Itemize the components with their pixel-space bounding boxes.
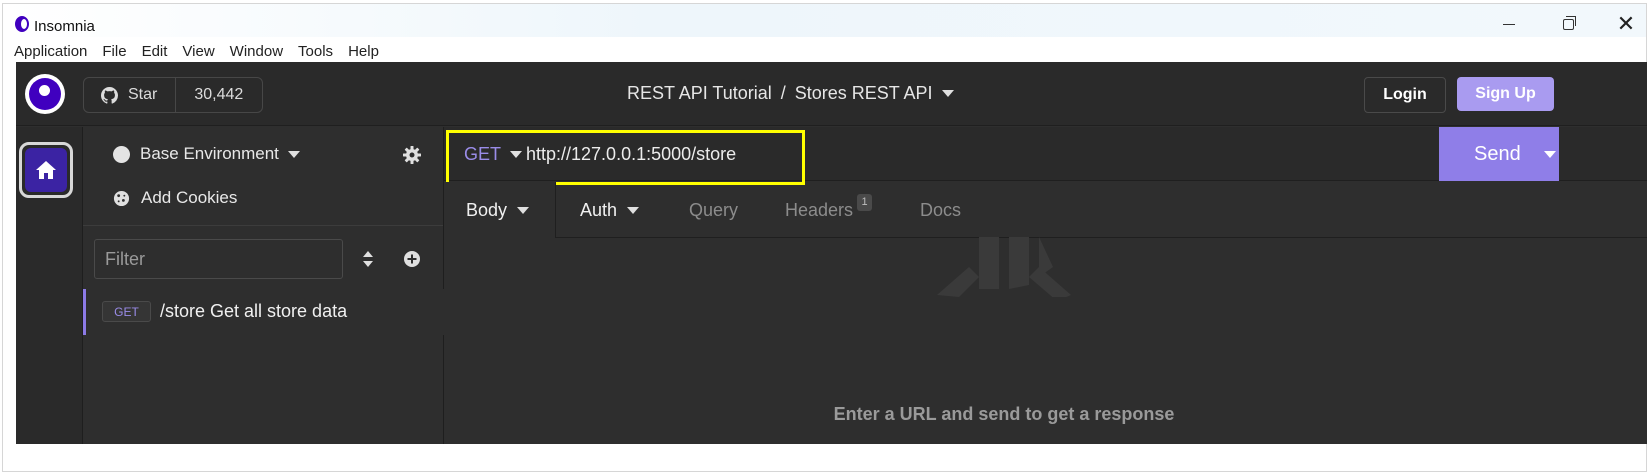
environment-color-dot <box>113 145 130 163</box>
github-star-button[interactable]: Star <box>84 78 177 112</box>
request-pane: GET http://127.0.0.1:5000/store Send Bod… <box>444 127 1647 444</box>
chevron-down-icon <box>287 150 300 158</box>
signup-button[interactable]: Sign Up <box>1457 77 1554 111</box>
minimize-icon <box>1503 23 1515 25</box>
menu-application[interactable]: Application <box>14 40 87 64</box>
breadcrumb-project[interactable]: REST API Tutorial <box>627 83 772 104</box>
login-button[interactable]: Login <box>1364 77 1446 113</box>
empty-response-message: Enter a URL and send to get a response <box>833 404 1175 424</box>
insomnia-logo-icon[interactable] <box>25 74 65 114</box>
menu-window[interactable]: Window <box>230 40 283 64</box>
cookie-icon <box>113 190 130 206</box>
tab-docs[interactable]: Docs <box>920 182 961 238</box>
tab-body[interactable]: Body <box>444 182 556 238</box>
add-cookies-label: Add Cookies <box>141 188 238 207</box>
title-bar: Insomnia ✕ <box>3 4 1646 37</box>
filter-input[interactable] <box>94 239 343 279</box>
star-label: Star <box>128 86 158 103</box>
menu-file[interactable]: File <box>102 40 126 64</box>
menu-tools[interactable]: Tools <box>298 40 333 64</box>
restore-icon <box>1562 15 1576 30</box>
github-icon <box>101 86 118 104</box>
insomnia-app: Star 30,442 REST API Tutorial / Stores R… <box>16 62 1647 444</box>
insomnia-app-icon <box>15 16 29 32</box>
tab-query[interactable]: Query <box>689 182 738 238</box>
tab-query-label: Query <box>689 199 739 220</box>
sidebar: Base Environment Add Cookies Filter GET … <box>83 127 444 444</box>
home-icon <box>36 161 56 179</box>
app-window: Insomnia ✕ Application File Edit View Wi… <box>2 3 1647 472</box>
maximize-button[interactable] <box>1548 12 1588 36</box>
url-highlight-box <box>446 130 805 185</box>
window-title: Insomnia <box>34 18 95 35</box>
menu-edit[interactable]: Edit <box>142 40 168 64</box>
menu-help[interactable]: Help <box>348 40 379 64</box>
chevron-down-icon <box>517 206 530 214</box>
request-tabs: Body Auth Query Headers 1 Docs <box>444 182 1647 238</box>
home-button[interactable] <box>19 142 73 198</box>
menu-bar: Application File Edit View Window Tools … <box>3 40 1646 64</box>
send-options-button[interactable] <box>1534 127 1566 181</box>
menu-view[interactable]: View <box>182 40 214 64</box>
tabs-divider <box>556 237 1647 238</box>
minimize-button[interactable] <box>1489 12 1529 36</box>
request-method-badge: GET <box>102 301 151 322</box>
star-count[interactable]: 30,442 <box>176 78 262 112</box>
plus-circle-icon[interactable] <box>403 250 421 268</box>
breadcrumb-collection[interactable]: Stores REST API <box>795 83 933 104</box>
headers-count-badge: 1 <box>857 193 873 211</box>
tab-auth[interactable]: Auth <box>580 182 640 238</box>
close-icon: ✕ <box>1616 11 1636 36</box>
sidebar-divider <box>83 225 443 226</box>
environment-label: Base Environment <box>140 144 279 163</box>
left-rail <box>16 127 83 444</box>
environment-selector[interactable]: Base Environment <box>113 144 300 164</box>
tab-headers-label: Headers <box>785 199 854 220</box>
app-header: Star 30,442 REST API Tutorial / Stores R… <box>16 62 1647 126</box>
request-name: /store Get all store data <box>160 301 348 321</box>
tab-body-label: Body <box>466 199 508 220</box>
close-button[interactable]: ✕ <box>1606 11 1646 36</box>
tab-auth-label: Auth <box>580 199 618 220</box>
sort-icon[interactable] <box>361 249 375 269</box>
chevron-down-icon[interactable] <box>942 90 955 97</box>
request-list-item[interactable]: GET /store Get all store data <box>83 289 444 335</box>
breadcrumb-separator: / <box>780 83 786 103</box>
tab-headers[interactable]: Headers 1 <box>785 182 873 238</box>
tab-docs-label: Docs <box>920 199 962 220</box>
chevron-down-icon <box>627 206 640 214</box>
add-cookies-button[interactable]: Add Cookies <box>113 188 237 208</box>
chevron-down-icon <box>1544 150 1556 158</box>
breadcrumb: REST API Tutorial / Stores REST API <box>627 83 955 104</box>
gear-icon[interactable] <box>402 145 422 165</box>
empty-state-illustration <box>937 237 1071 297</box>
github-star-group: Star 30,442 <box>83 77 264 113</box>
